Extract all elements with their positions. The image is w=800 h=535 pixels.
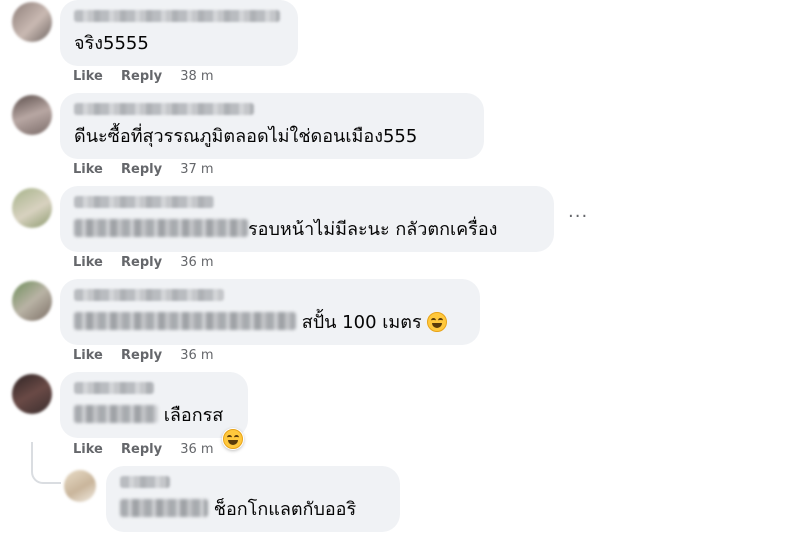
comment-bubble: เลือกรส — [60, 372, 248, 438]
like-button[interactable]: Like — [73, 442, 103, 457]
avatar[interactable] — [12, 281, 52, 321]
comment-text-line: เลือกรส — [74, 404, 223, 428]
comment-actions: Like Reply 36 m — [73, 348, 214, 363]
blurred-mention[interactable] — [74, 405, 158, 423]
reaction-badge[interactable] — [222, 428, 244, 450]
blurred-mention[interactable] — [74, 219, 248, 237]
comment-bubble: ช็อกโกแลตกับออริ — [106, 466, 400, 532]
comment-actions: Like Reply 37 m — [73, 162, 214, 177]
comment-actions: Like Reply 38 m — [73, 69, 214, 84]
blurred-author-name[interactable] — [74, 10, 280, 22]
comment-text-line: สปั้น 100 เมตร — [74, 311, 448, 335]
blurred-mention[interactable] — [120, 499, 208, 517]
comment-1: จริง5555 Like Reply 38 m — [0, 0, 800, 90]
comment-text-line: รอบหน้าไม่มีละนะ กลัวตกเครื่อง — [74, 218, 497, 242]
avatar[interactable] — [12, 188, 52, 228]
timestamp[interactable]: 36 m — [180, 255, 213, 270]
blurred-author-name[interactable] — [120, 476, 170, 488]
timestamp[interactable]: 37 m — [180, 162, 213, 177]
reply-button[interactable]: Reply — [121, 69, 162, 84]
comment-actions: Like Reply 36 m — [73, 442, 214, 457]
blurred-mention[interactable] — [74, 312, 296, 330]
like-button[interactable]: Like — [73, 162, 103, 177]
comment-text: จริง5555 — [74, 33, 149, 54]
reply-comment: ช็อกโกแลตกับออริ — [0, 466, 800, 535]
comment-text: ช็อกโกแลตกับออริ — [213, 499, 357, 520]
like-button[interactable]: Like — [73, 255, 103, 270]
comment-3: รอบหน้าไม่มีละนะ กลัวตกเครื่อง ··· Like … — [0, 186, 800, 276]
comment-text: สปั้น 100 เมตร — [301, 312, 422, 333]
comment-5: เลือกรส Like Reply 36 m — [0, 372, 800, 464]
blurred-author-name[interactable] — [74, 382, 154, 394]
comment-text: ดีนะซื้อที่สุวรรณภูมิตลอดไม่ใช่ดอนเมือง5… — [74, 126, 418, 147]
grinning-squinting-face-icon — [427, 312, 448, 332]
comment-bubble: จริง5555 — [60, 0, 298, 66]
comment-4: สปั้น 100 เมตร Like Reply 36 m — [0, 279, 800, 369]
blurred-author-name[interactable] — [74, 289, 224, 301]
timestamp[interactable]: 36 m — [180, 348, 213, 363]
ellipsis-icon[interactable]: ··· — [568, 206, 588, 227]
comment-2: ดีนะซื้อที่สุวรรณภูมิตลอดไม่ใช่ดอนเมือง5… — [0, 93, 800, 183]
laughing-face-icon — [223, 429, 243, 449]
comment-text: รอบหน้าไม่มีละนะ กลัวตกเครื่อง — [248, 219, 498, 240]
reply-button[interactable]: Reply — [121, 162, 162, 177]
like-button[interactable]: Like — [73, 69, 103, 84]
reply-button[interactable]: Reply — [121, 442, 162, 457]
timestamp[interactable]: 36 m — [180, 442, 213, 457]
comment-text-line: ช็อกโกแลตกับออริ — [120, 498, 356, 522]
avatar[interactable] — [64, 470, 96, 502]
like-button[interactable]: Like — [73, 348, 103, 363]
comment-text: เลือกรส — [163, 405, 224, 426]
comment-actions: Like Reply 36 m — [73, 255, 214, 270]
comment-bubble: ดีนะซื้อที่สุวรรณภูมิตลอดไม่ใช่ดอนเมือง5… — [60, 93, 484, 159]
avatar[interactable] — [12, 374, 52, 414]
comment-bubble: สปั้น 100 เมตร — [60, 279, 480, 345]
comment-bubble: รอบหน้าไม่มีละนะ กลัวตกเครื่อง — [60, 186, 554, 252]
reply-button[interactable]: Reply — [121, 348, 162, 363]
reply-button[interactable]: Reply — [121, 255, 162, 270]
blurred-author-name[interactable] — [74, 196, 214, 208]
timestamp[interactable]: 38 m — [180, 69, 213, 84]
avatar[interactable] — [12, 95, 52, 135]
avatar[interactable] — [12, 2, 52, 42]
blurred-author-name[interactable] — [74, 103, 254, 115]
